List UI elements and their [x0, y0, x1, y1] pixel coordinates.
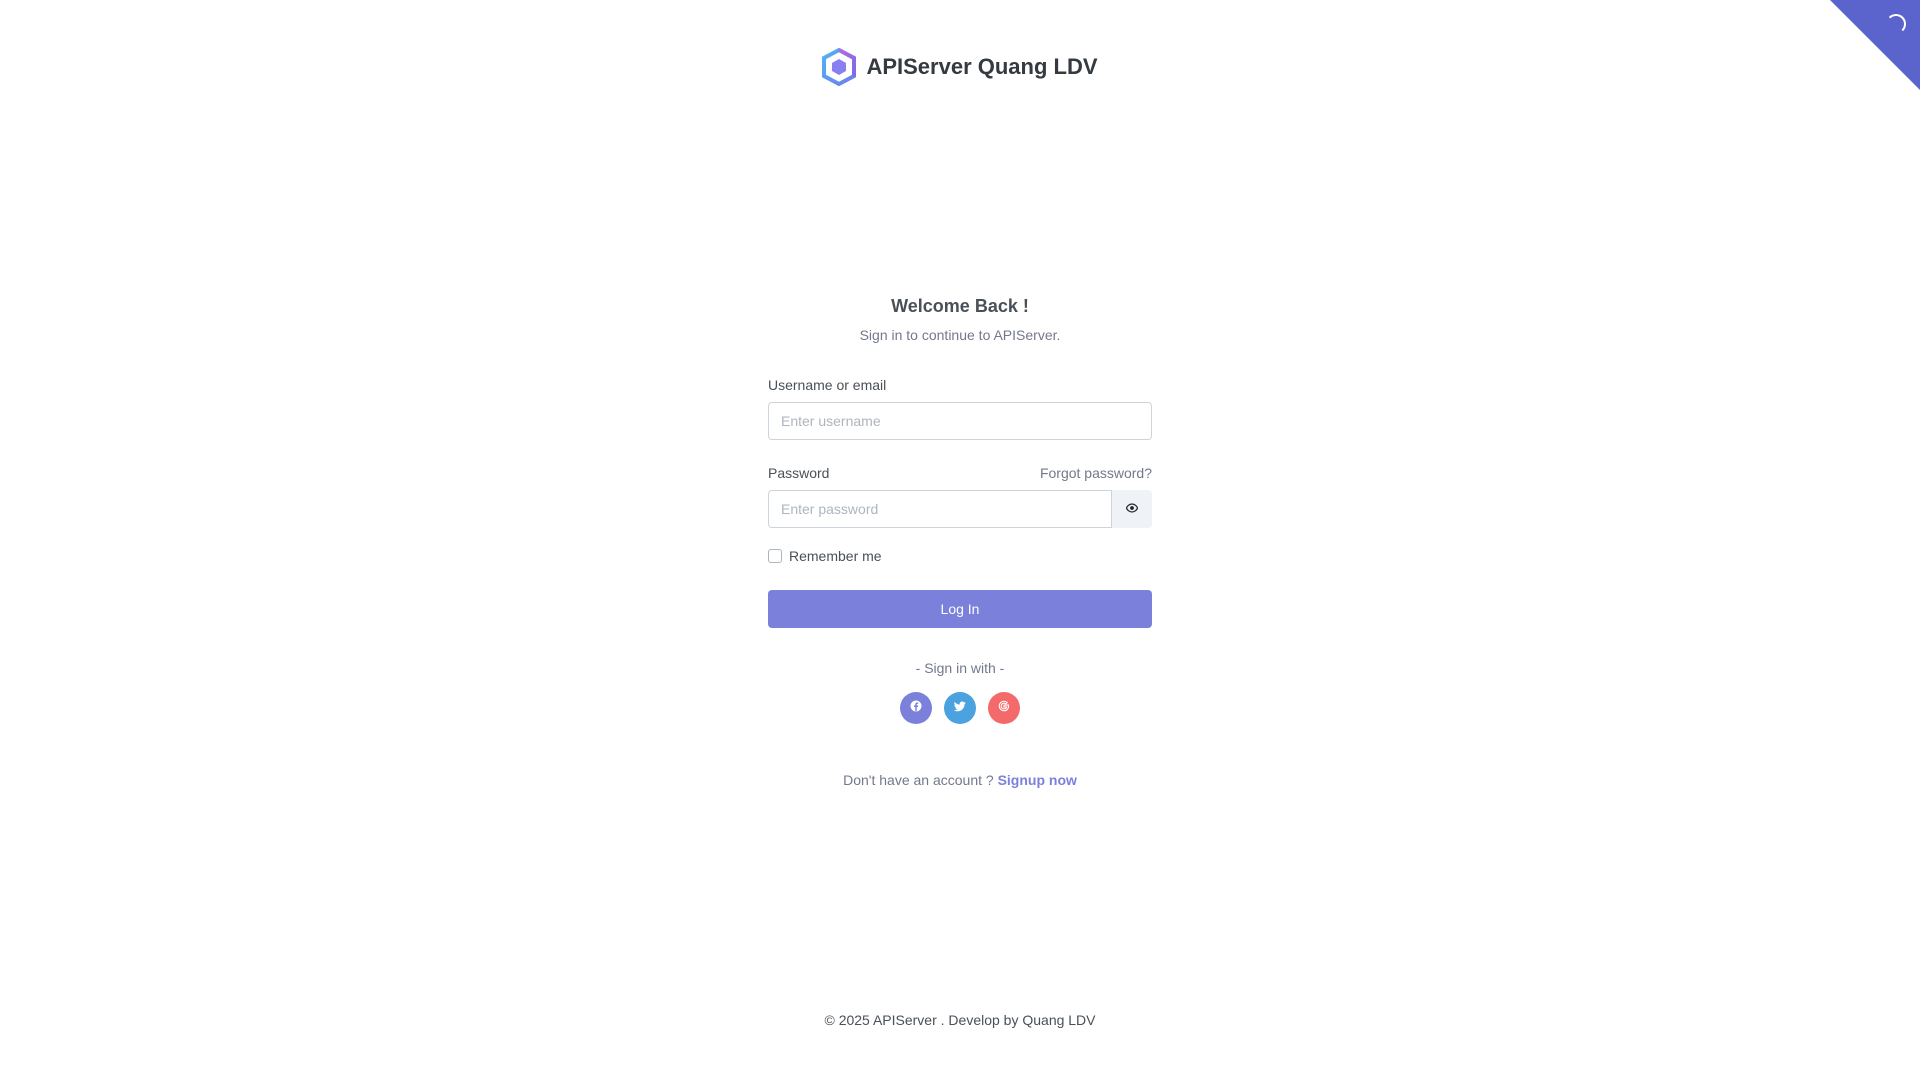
twitter-icon — [953, 699, 966, 717]
welcome-subtitle: Sign in to continue to APIServer. — [859, 327, 1061, 343]
username-label: Username or email — [768, 377, 887, 393]
remember-me-checkbox[interactable] — [768, 549, 782, 563]
brand-name: APIServer Quang LDV — [866, 54, 1098, 79]
hexagon-logo-icon — [822, 48, 857, 86]
eye-icon — [1125, 500, 1138, 518]
username-input[interactable] — [768, 402, 1152, 440]
welcome-title: Welcome Back ! — [891, 296, 1029, 316]
sign-in-with-label: - Sign in with - — [915, 660, 1005, 676]
password-toggle-button[interactable] — [1112, 490, 1152, 528]
signup-row: Don't have an account ? Signup now — [768, 772, 1152, 788]
brand-header[interactable]: APIServer Quang LDV — [0, 48, 1920, 86]
facebook-login-button[interactable] — [900, 692, 932, 724]
signup-link[interactable]: Signup now — [998, 772, 1077, 788]
password-field-group: Password Forgot password? — [768, 465, 1152, 528]
facebook-icon — [910, 699, 922, 717]
username-field-group: Username or email — [768, 377, 1152, 440]
password-input-group — [768, 490, 1152, 528]
social-login-buttons — [768, 692, 1152, 724]
password-label: Password — [768, 465, 830, 481]
password-input[interactable] — [768, 490, 1112, 528]
remember-me-row: Remember me — [768, 548, 1152, 564]
google-login-button[interactable] — [988, 692, 1020, 724]
no-account-text: Don't have an account ? — [843, 772, 994, 788]
footer-copyright: © 2025 APIServer . Develop by Quang LDV — [824, 1012, 1096, 1028]
remember-me-label[interactable]: Remember me — [789, 548, 882, 564]
username-label-row: Username or email — [768, 377, 1152, 393]
login-button[interactable]: Log In — [768, 590, 1152, 628]
password-label-row: Password Forgot password? — [768, 465, 1152, 481]
forgot-password-link[interactable]: Forgot password? — [1040, 465, 1152, 481]
login-page: APIServer Quang LDV Welcome Back ! Sign … — [0, 0, 1920, 1080]
spinner-icon — [1886, 14, 1906, 34]
google-icon — [998, 699, 1010, 717]
login-form: Welcome Back ! Sign in to continue to AP… — [768, 296, 1152, 788]
twitter-login-button[interactable] — [944, 692, 976, 724]
